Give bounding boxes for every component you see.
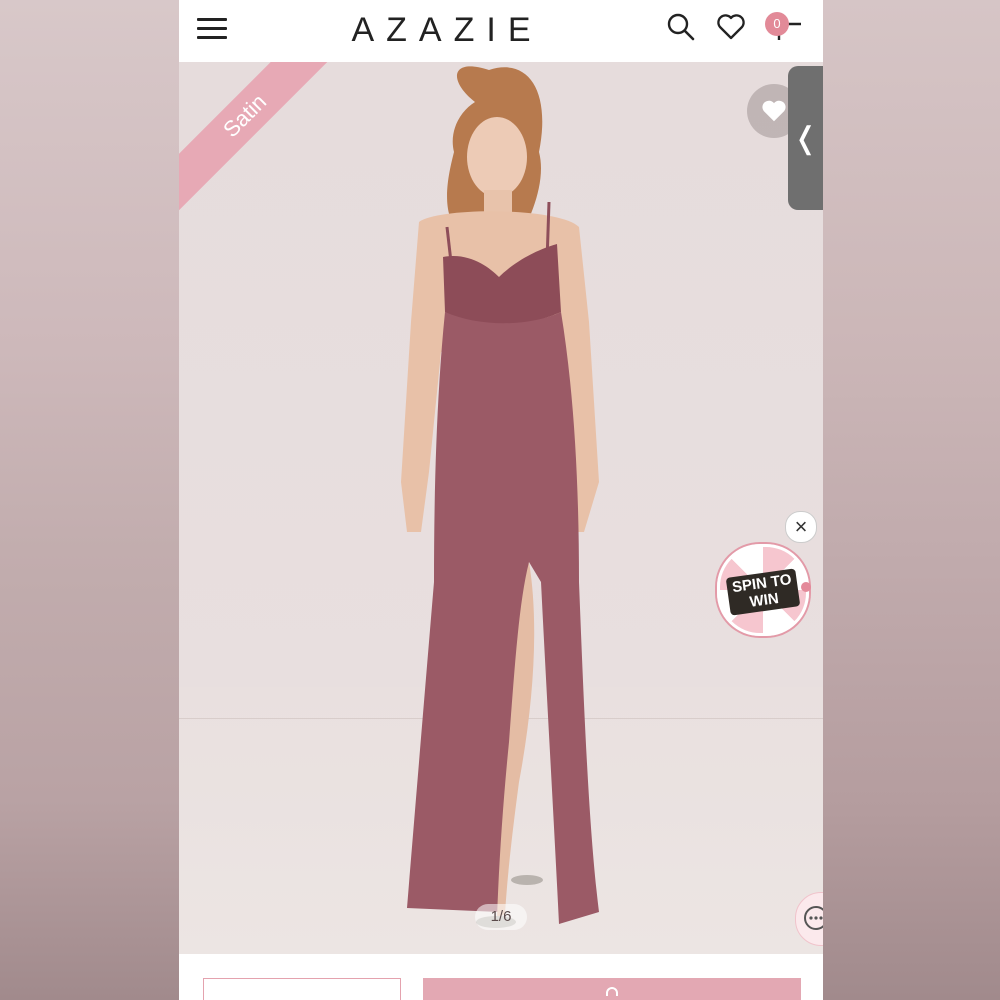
bag-icon: [606, 987, 618, 996]
material-ribbon: Satin: [179, 62, 352, 223]
image-counter: 1/6: [475, 904, 527, 930]
chat-button[interactable]: [795, 892, 823, 946]
product-photo-model-in-dress: [401, 66, 599, 928]
spin-wheel-pointer: [801, 582, 811, 592]
hamburger-menu-icon[interactable]: [197, 18, 227, 40]
site-header: AZAZIE 0: [179, 0, 823, 63]
side-panel-tab[interactable]: ❬: [788, 66, 823, 210]
brand-logo[interactable]: AZAZIE: [341, 11, 553, 50]
product-image-carousel[interactable]: Satin ❬ × SPIN TO WIN 1/6: [179, 62, 823, 954]
wishlist-heart-icon[interactable]: [716, 12, 746, 42]
mobile-screen: AZAZIE 0 Satin ❬ × SPIN TO WIN 1/6: [179, 0, 823, 1000]
spin-to-win-label: SPIN TO WIN: [725, 568, 801, 616]
chat-icon: [804, 906, 823, 930]
chevron-left-icon: ❬: [792, 121, 819, 155]
blurred-background-left: [0, 0, 179, 1000]
spin-to-win-promo[interactable]: SPIN TO WIN: [717, 544, 809, 636]
search-icon[interactable]: [666, 12, 696, 42]
cart-count-badge: 0: [765, 12, 789, 36]
secondary-action-button[interactable]: [203, 978, 401, 1000]
blurred-background-right: [823, 0, 1000, 1000]
heart-icon: [762, 100, 786, 122]
bottom-action-bar: [179, 954, 823, 1000]
close-promo-button[interactable]: ×: [785, 511, 817, 543]
add-to-bag-button[interactable]: [423, 978, 801, 1000]
close-icon: ×: [794, 514, 808, 539]
